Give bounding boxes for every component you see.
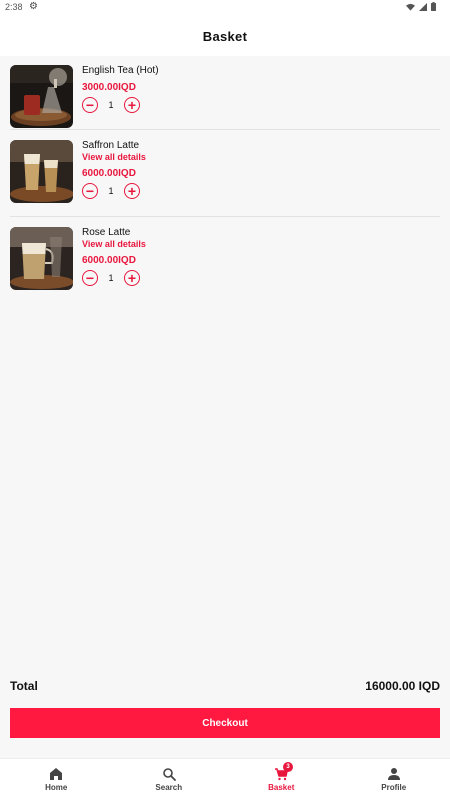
view-details-link[interactable]: View all details: [82, 152, 146, 163]
item-price: 6000.00IQD: [82, 168, 136, 179]
item-name: English Tea (Hot): [82, 65, 159, 76]
decrease-quantity-button[interactable]: −: [82, 183, 98, 199]
search-icon: [162, 768, 176, 781]
basket-item: Rose Latte View all details 6000.00IQD −…: [0, 227, 450, 291]
total-value: 16000.00 IQD: [365, 679, 440, 693]
latte-glass-photo-icon: [10, 227, 73, 290]
total-row: Total 16000.00 IQD: [10, 677, 440, 695]
settings-gear-icon: ⚙: [29, 1, 38, 12]
nav-label: Basket: [268, 783, 295, 792]
bottom-nav: Home Search 3 Basket Profile: [0, 758, 450, 800]
quantity-stepper: − 1 +: [82, 97, 159, 113]
nav-label: Profile: [381, 783, 407, 792]
nav-item-home[interactable]: Home: [0, 759, 113, 800]
item-name: Saffron Latte: [82, 140, 140, 151]
nav-label: Home: [45, 783, 68, 792]
status-indicators: [406, 2, 436, 11]
app-header: Basket: [0, 16, 450, 56]
page-title: Basket: [202, 28, 248, 44]
item-name: Rose Latte: [82, 227, 131, 238]
item-info: Rose Latte View all details 6000.00IQD −…: [82, 227, 146, 286]
total-label: Total: [10, 679, 38, 693]
divider: [10, 129, 440, 130]
cart-count-badge: 3: [283, 762, 293, 772]
checkout-button[interactable]: Checkout: [10, 708, 440, 738]
divider: [10, 216, 440, 217]
wifi-icon: [406, 3, 415, 11]
product-image[interactable]: [10, 65, 73, 128]
product-image[interactable]: [10, 140, 73, 203]
signal-icon: [419, 2, 427, 11]
basket-item: English Tea (Hot) 3000.00IQD − 1 +: [0, 65, 450, 129]
person-icon: [387, 768, 400, 780]
nav-item-search[interactable]: Search: [113, 759, 226, 800]
nav-item-basket[interactable]: 3 Basket: [225, 759, 338, 800]
item-info: English Tea (Hot) 3000.00IQD − 1 +: [82, 65, 159, 113]
product-image[interactable]: [10, 227, 73, 290]
quantity-stepper: − 1 +: [82, 183, 146, 199]
item-price: 6000.00IQD: [82, 255, 136, 266]
decrease-quantity-button[interactable]: −: [82, 270, 98, 286]
view-details-link[interactable]: View all details: [82, 239, 146, 250]
quantity-stepper: − 1 +: [82, 270, 146, 286]
decrease-quantity-button[interactable]: −: [82, 97, 98, 113]
increase-quantity-button[interactable]: +: [124, 183, 140, 199]
quantity-value: 1: [108, 186, 114, 196]
home-icon: [50, 768, 63, 780]
tea-cup-photo-icon: [10, 65, 73, 128]
battery-icon: [431, 2, 436, 11]
increase-quantity-button[interactable]: +: [124, 97, 140, 113]
item-info: Saffron Latte View all details 6000.00IQ…: [82, 140, 146, 199]
item-price: 3000.00IQD: [82, 82, 136, 93]
increase-quantity-button[interactable]: +: [124, 270, 140, 286]
quantity-value: 1: [108, 273, 114, 283]
nav-label: Search: [155, 783, 183, 792]
basket-item: Saffron Latte View all details 6000.00IQ…: [0, 140, 450, 204]
status-time: 2:38: [5, 2, 23, 12]
status-bar: 2:38 ⚙: [0, 0, 450, 16]
quantity-value: 1: [108, 100, 114, 110]
nav-item-profile[interactable]: Profile: [338, 759, 450, 800]
latte-glass-photo-icon: [10, 140, 73, 203]
